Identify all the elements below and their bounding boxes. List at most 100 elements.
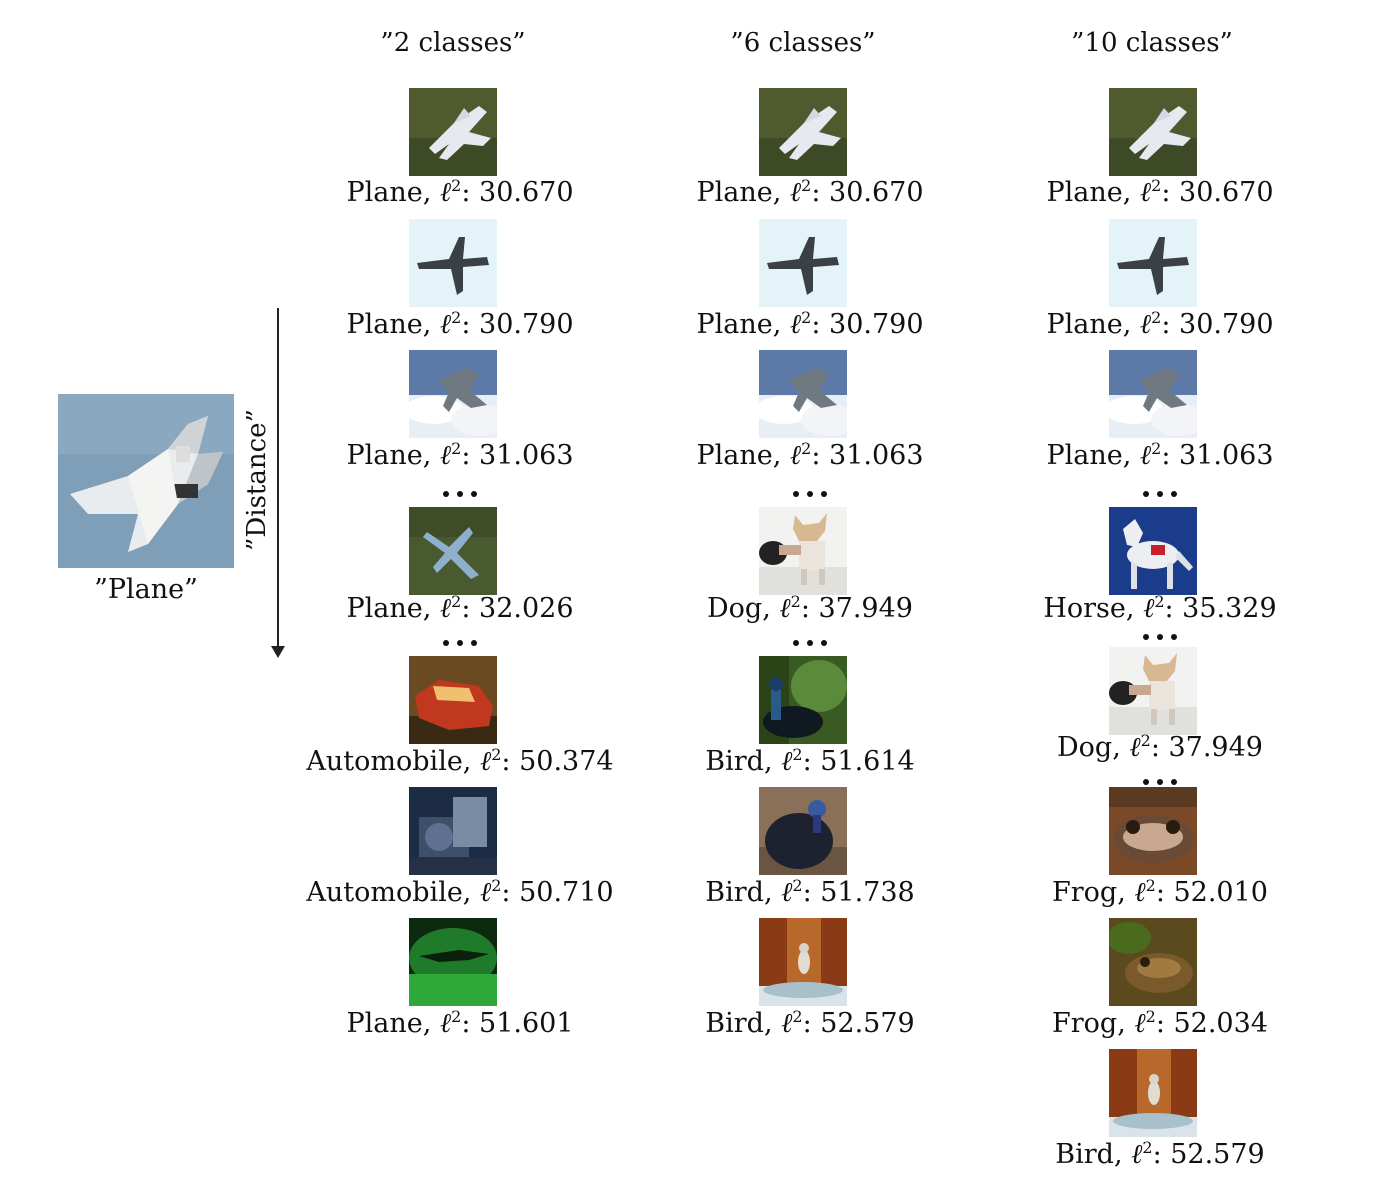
metric-symbol: ℓ [1129, 732, 1141, 763]
result-distance: : 50.374 [501, 746, 614, 777]
result-thumbnail [409, 88, 497, 176]
result-caption: Automobile, ℓ2: 50.374 [300, 745, 620, 777]
result-caption: Plane, ℓ2: 30.670 [1000, 176, 1320, 208]
metric-power: 2 [1154, 592, 1165, 611]
result-caption: Plane, ℓ2: 31.063 [650, 439, 970, 471]
metric-symbol: ℓ [1131, 1139, 1143, 1170]
result-class: Plane, [1046, 440, 1140, 471]
metric-symbol: ℓ [439, 177, 452, 208]
metric-power: 2 [451, 1007, 462, 1026]
result-thumbnail [759, 219, 847, 307]
result-thumbnail [1109, 1049, 1197, 1137]
metric-power: 2 [1140, 731, 1151, 750]
metric-symbol: ℓ [479, 877, 492, 908]
figure: ”Plane” ”Distance” ”2 classes” ”6 classe… [0, 0, 1374, 1191]
metric-power: 2 [801, 176, 812, 195]
metric-symbol: ℓ [439, 440, 452, 471]
result-thumbnail [409, 787, 497, 875]
result-class: Automobile, [306, 746, 480, 777]
metric-power: 2 [792, 1007, 803, 1026]
ellipsis-icon [1000, 772, 1320, 785]
result-caption: Plane, ℓ2: 31.063 [1000, 439, 1320, 471]
metric-symbol: ℓ [779, 593, 791, 624]
metric-symbol: ℓ [479, 746, 492, 777]
result-distance: : 51.738 [802, 877, 915, 908]
result-caption: Dog, ℓ2: 37.949 [1000, 731, 1320, 763]
result-class: Plane, [346, 309, 440, 340]
metric-power: 2 [1151, 176, 1162, 195]
result-class: Bird, [1055, 1139, 1132, 1170]
result-caption: Plane, ℓ2: 30.670 [300, 176, 620, 208]
metric-power: 2 [1145, 1007, 1156, 1026]
metric-symbol: ℓ [1139, 440, 1152, 471]
result-distance: : 31.063 [811, 440, 924, 471]
ellipsis-icon [300, 484, 620, 497]
metric-power: 2 [451, 308, 462, 327]
ellipsis-icon [300, 633, 620, 646]
column-title-6-classes: ”6 classes” [730, 28, 876, 58]
result-distance: : 51.601 [461, 1008, 574, 1039]
result-distance: : 30.670 [1161, 177, 1274, 208]
column-title-2-classes: ”2 classes” [380, 28, 526, 58]
result-class: Plane, [696, 440, 790, 471]
result-class: Plane, [1046, 309, 1140, 340]
result-distance: : 35.329 [1164, 593, 1277, 624]
metric-power: 2 [451, 439, 462, 458]
result-thumbnail [409, 219, 497, 307]
result-caption: Bird, ℓ2: 51.614 [650, 745, 970, 777]
result-caption: Frog, ℓ2: 52.034 [1000, 1007, 1320, 1039]
query-label: ”Plane” [94, 574, 198, 605]
result-thumbnail [759, 350, 847, 438]
metric-symbol: ℓ [1134, 877, 1146, 908]
metric-symbol: ℓ [439, 593, 452, 624]
distance-axis-label: ”Distance” [242, 409, 272, 551]
metric-power: 2 [451, 592, 462, 611]
result-thumbnail [1109, 507, 1197, 595]
result-caption: Horse, ℓ2: 35.329 [1000, 592, 1320, 624]
metric-power: 2 [790, 592, 801, 611]
result-caption: Plane, ℓ2: 31.063 [300, 439, 620, 471]
result-distance: : 31.063 [1161, 440, 1274, 471]
result-class: Bird, [705, 1008, 782, 1039]
result-class: Dog, [1057, 732, 1130, 763]
metric-symbol: ℓ [1139, 309, 1152, 340]
result-distance: : 37.949 [800, 593, 913, 624]
metric-power: 2 [801, 439, 812, 458]
result-distance: : 52.579 [802, 1008, 915, 1039]
result-thumbnail [1109, 350, 1197, 438]
metric-power: 2 [1151, 308, 1162, 327]
result-class: Bird, [705, 746, 782, 777]
result-distance: : 30.790 [811, 309, 924, 340]
result-class: Horse, [1043, 593, 1144, 624]
result-caption: Plane, ℓ2: 30.670 [650, 176, 970, 208]
result-caption: Automobile, ℓ2: 50.710 [300, 876, 620, 908]
result-caption: Dog, ℓ2: 37.949 [650, 592, 970, 624]
result-class: Plane, [696, 177, 790, 208]
result-thumbnail [1109, 219, 1197, 307]
metric-symbol: ℓ [781, 1008, 793, 1039]
distance-axis-line [277, 308, 279, 653]
metric-symbol: ℓ [789, 309, 802, 340]
column-title-10-classes: ”10 classes” [1071, 28, 1233, 58]
result-class: Frog, [1052, 1008, 1135, 1039]
metric-symbol: ℓ [789, 440, 802, 471]
result-class: Dog, [707, 593, 780, 624]
result-distance: : 32.026 [461, 593, 574, 624]
result-caption: Bird, ℓ2: 52.579 [1000, 1138, 1320, 1170]
metric-symbol: ℓ [789, 177, 802, 208]
metric-power: 2 [491, 745, 502, 764]
result-distance: : 37.949 [1150, 732, 1263, 763]
result-thumbnail [1109, 647, 1197, 735]
result-distance: : 52.010 [1155, 877, 1268, 908]
result-distance: : 52.579 [1152, 1139, 1265, 1170]
result-class: Plane, [346, 177, 440, 208]
metric-power: 2 [801, 308, 812, 327]
result-caption: Frog, ℓ2: 52.010 [1000, 876, 1320, 908]
result-class: Frog, [1052, 877, 1135, 908]
metric-power: 2 [792, 745, 803, 764]
result-distance: : 51.614 [802, 746, 915, 777]
result-class: Automobile, [306, 877, 480, 908]
metric-symbol: ℓ [439, 1008, 452, 1039]
result-thumbnail [409, 350, 497, 438]
result-caption: Bird, ℓ2: 52.579 [650, 1007, 970, 1039]
